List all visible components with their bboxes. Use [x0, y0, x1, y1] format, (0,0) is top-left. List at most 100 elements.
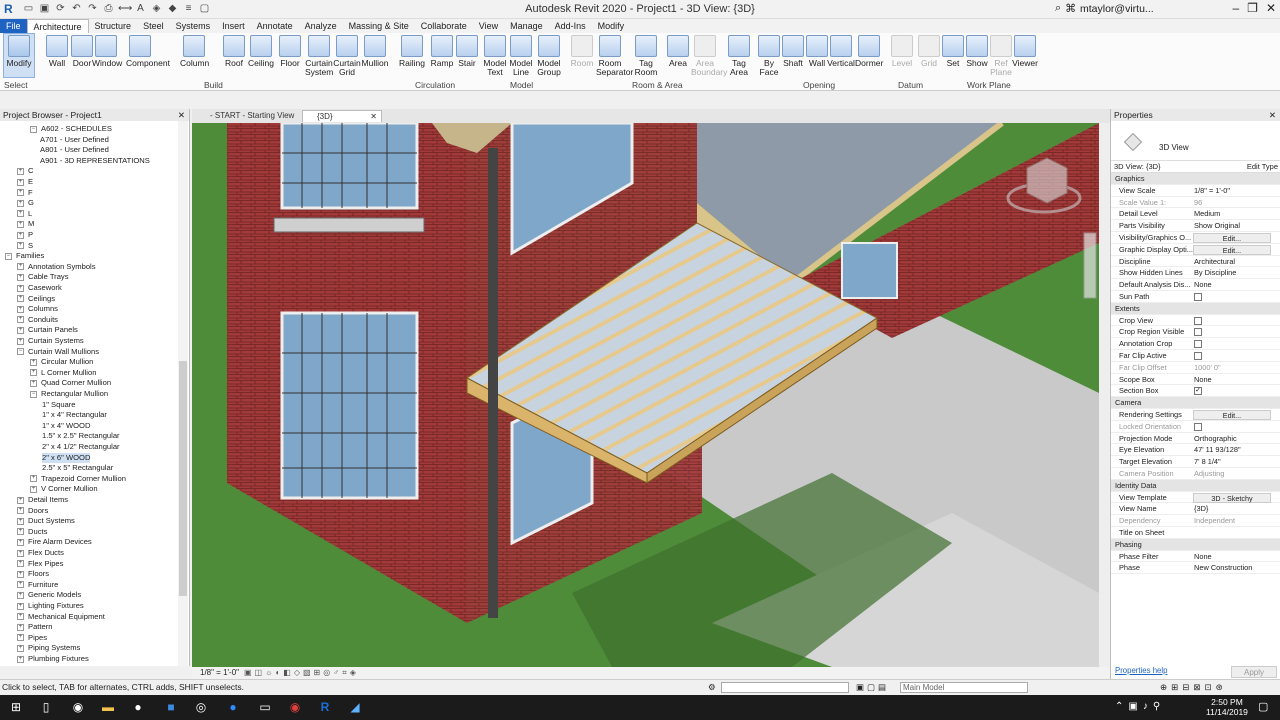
tab-file[interactable]: File [0, 19, 27, 33]
area-boundary-tool-button[interactable]: Area Boundary [691, 35, 727, 77]
browser-scrollbar[interactable] [178, 121, 188, 666]
tab-collaborate[interactable]: Collaborate [415, 19, 473, 33]
level-tool-button[interactable]: Level [888, 35, 916, 68]
browser-item[interactable]: + Conduits [17, 315, 58, 325]
properties-help-link[interactable]: Properties help [1115, 666, 1167, 675]
browser-item[interactable]: 1" x 4" WOOD [42, 421, 90, 431]
tag-room-tool-button[interactable]: Tag Room [632, 35, 660, 77]
expand-toggle-icon[interactable]: + [17, 199, 24, 207]
expand-toggle-icon[interactable]: + [17, 189, 24, 197]
browser-item[interactable]: + Lighting Fixtures [17, 601, 84, 611]
instance-filter[interactable]: 3D View: {3D} Edit Type [1111, 161, 1280, 173]
property-group-header[interactable]: Graphics [1111, 173, 1280, 185]
curtain-system-tool-button[interactable]: Curtain System [305, 35, 333, 77]
browser-item[interactable]: + Annotation Symbols [17, 262, 96, 272]
tab-start-view[interactable]: - START - Starting View [196, 110, 304, 122]
tab-steel[interactable]: Steel [137, 19, 170, 33]
tab-insert[interactable]: Insert [216, 19, 251, 33]
browser-item[interactable]: + Ducts [17, 527, 47, 537]
expand-toggle-icon[interactable]: + [17, 644, 24, 652]
stair-tool-button[interactable]: Stair [453, 35, 481, 68]
expand-toggle-icon[interactable]: + [17, 581, 24, 589]
browser-item[interactable]: + M [17, 219, 34, 229]
window-tool-button[interactable]: Window [92, 35, 122, 68]
expand-toggle-icon[interactable]: + [30, 369, 37, 377]
tab-view[interactable]: View [473, 19, 504, 33]
edit-type-button[interactable]: Edit Type [1247, 161, 1278, 173]
tab-annotate[interactable]: Annotate [251, 19, 299, 33]
area-tool-button[interactable]: Area [664, 35, 692, 68]
browser-item[interactable]: + Detail Items [17, 495, 68, 505]
property-checkbox[interactable] [1194, 328, 1202, 337]
property-edit-button[interactable]: Edit... [1193, 410, 1271, 420]
cortana-icon[interactable]: ◉ [70, 699, 86, 715]
camera-icon[interactable]: ◎ [193, 699, 209, 715]
browser-item[interactable]: 2" x 6" WOOD [42, 452, 91, 463]
browser-item[interactable]: − A602 - SCHEDULES [30, 124, 112, 134]
browser-item[interactable]: + V Corner Mullion [30, 484, 98, 494]
browser-item[interactable]: + Piping Systems [17, 643, 80, 653]
panel-label-opening[interactable]: Opening [803, 80, 835, 90]
browser-item[interactable]: + Doors [17, 506, 48, 516]
property-group-header[interactable]: Camera [1111, 397, 1280, 409]
browser-item[interactable]: + Fire Alarm Devices [17, 537, 92, 547]
tab-modify[interactable]: Modify [592, 19, 631, 33]
expand-toggle-icon[interactable]: + [17, 337, 24, 345]
property-value[interactable]: New Construction [1194, 562, 1252, 574]
browser-item[interactable]: A901 - 3D REPRESENTATIONS [40, 156, 150, 166]
chrome-icon[interactable]: ◉ [287, 699, 303, 715]
property-value[interactable]: Show Original [1194, 220, 1240, 232]
browser-item[interactable]: + Pipes [17, 633, 47, 643]
tab-manage[interactable]: Manage [504, 19, 549, 33]
curtain-grid-tool-button[interactable]: Curtain Grid [333, 35, 361, 77]
panel-label-datum[interactable]: Datum [898, 80, 923, 90]
comm-icon[interactable]: ⌘ [1065, 2, 1076, 15]
browser-item[interactable]: + Plumbing Fixtures [17, 654, 89, 664]
expand-toggle-icon[interactable]: + [30, 475, 37, 483]
search-icon[interactable]: ⌕ [1055, 2, 1061, 15]
browser-item[interactable]: 1" x 4" Rectangular [42, 410, 107, 420]
property-checkbox[interactable]: ✓ [1194, 387, 1202, 396]
room-separator-tool-button[interactable]: Room Separator [596, 35, 633, 77]
3d-viewport[interactable] [192, 123, 1099, 667]
apply-button[interactable]: Apply [1231, 666, 1277, 678]
expand-toggle-icon[interactable]: + [17, 507, 24, 515]
panel-label-circulation[interactable]: Circulation [415, 80, 455, 90]
browser-item[interactable]: + Trapezoid Corner Mullion [30, 474, 126, 484]
tab-analyze[interactable]: Analyze [299, 19, 343, 33]
browser-item[interactable]: + F [17, 188, 33, 198]
property-group-header[interactable]: Identity Data [1111, 479, 1280, 492]
expand-toggle-icon[interactable]: + [17, 655, 24, 663]
vertical-tool-button[interactable]: Vertical [827, 35, 855, 68]
mullion-tool-button[interactable]: Mullion [361, 35, 389, 68]
tab-architecture[interactable]: Architecture [26, 19, 89, 33]
expand-toggle-icon[interactable]: − [30, 390, 37, 398]
expand-toggle-icon[interactable]: + [17, 305, 24, 313]
browser-item[interactable]: + C [17, 166, 33, 176]
expand-toggle-icon[interactable]: − [5, 252, 12, 260]
ceiling-tool-button[interactable]: Ceiling [247, 35, 275, 68]
expand-toggle-icon[interactable]: + [17, 263, 24, 271]
expand-toggle-icon[interactable]: + [17, 210, 24, 218]
expand-toggle-icon[interactable]: + [30, 358, 37, 366]
property-value[interactable]: 47' 11 93/128" [1194, 444, 1241, 456]
browser-item[interactable]: + Generic Models [17, 590, 81, 600]
active-model-field[interactable]: Main Model [900, 682, 1028, 693]
windows-start-icon[interactable]: ⊞ [8, 699, 24, 715]
app-icon-3[interactable]: ▭ [257, 699, 273, 715]
wall-tool-button[interactable]: Wall [43, 35, 71, 68]
browser-item[interactable]: 1" Square [42, 400, 76, 410]
tag-area-tool-button[interactable]: Tag Area [725, 35, 753, 77]
expand-toggle-icon[interactable]: + [17, 242, 24, 250]
model-text-tool-button[interactable]: Model Text [481, 35, 509, 77]
browser-item[interactable]: + Flex Pipes [17, 559, 63, 569]
expand-toggle-icon[interactable]: + [17, 517, 24, 525]
zoom-icon[interactable]: ● [225, 699, 241, 715]
browser-item[interactable]: + P [17, 230, 33, 240]
property-checkbox[interactable] [1194, 316, 1202, 325]
system-tray-icons[interactable]: ⌃▣♪⚲ [1115, 701, 1165, 712]
expand-toggle-icon[interactable]: + [17, 496, 24, 504]
browser-item[interactable]: + L [17, 209, 32, 219]
user-name[interactable]: mtaylor@virtu... [1080, 3, 1154, 15]
property-value[interactable]: {3D} [1194, 503, 1208, 515]
